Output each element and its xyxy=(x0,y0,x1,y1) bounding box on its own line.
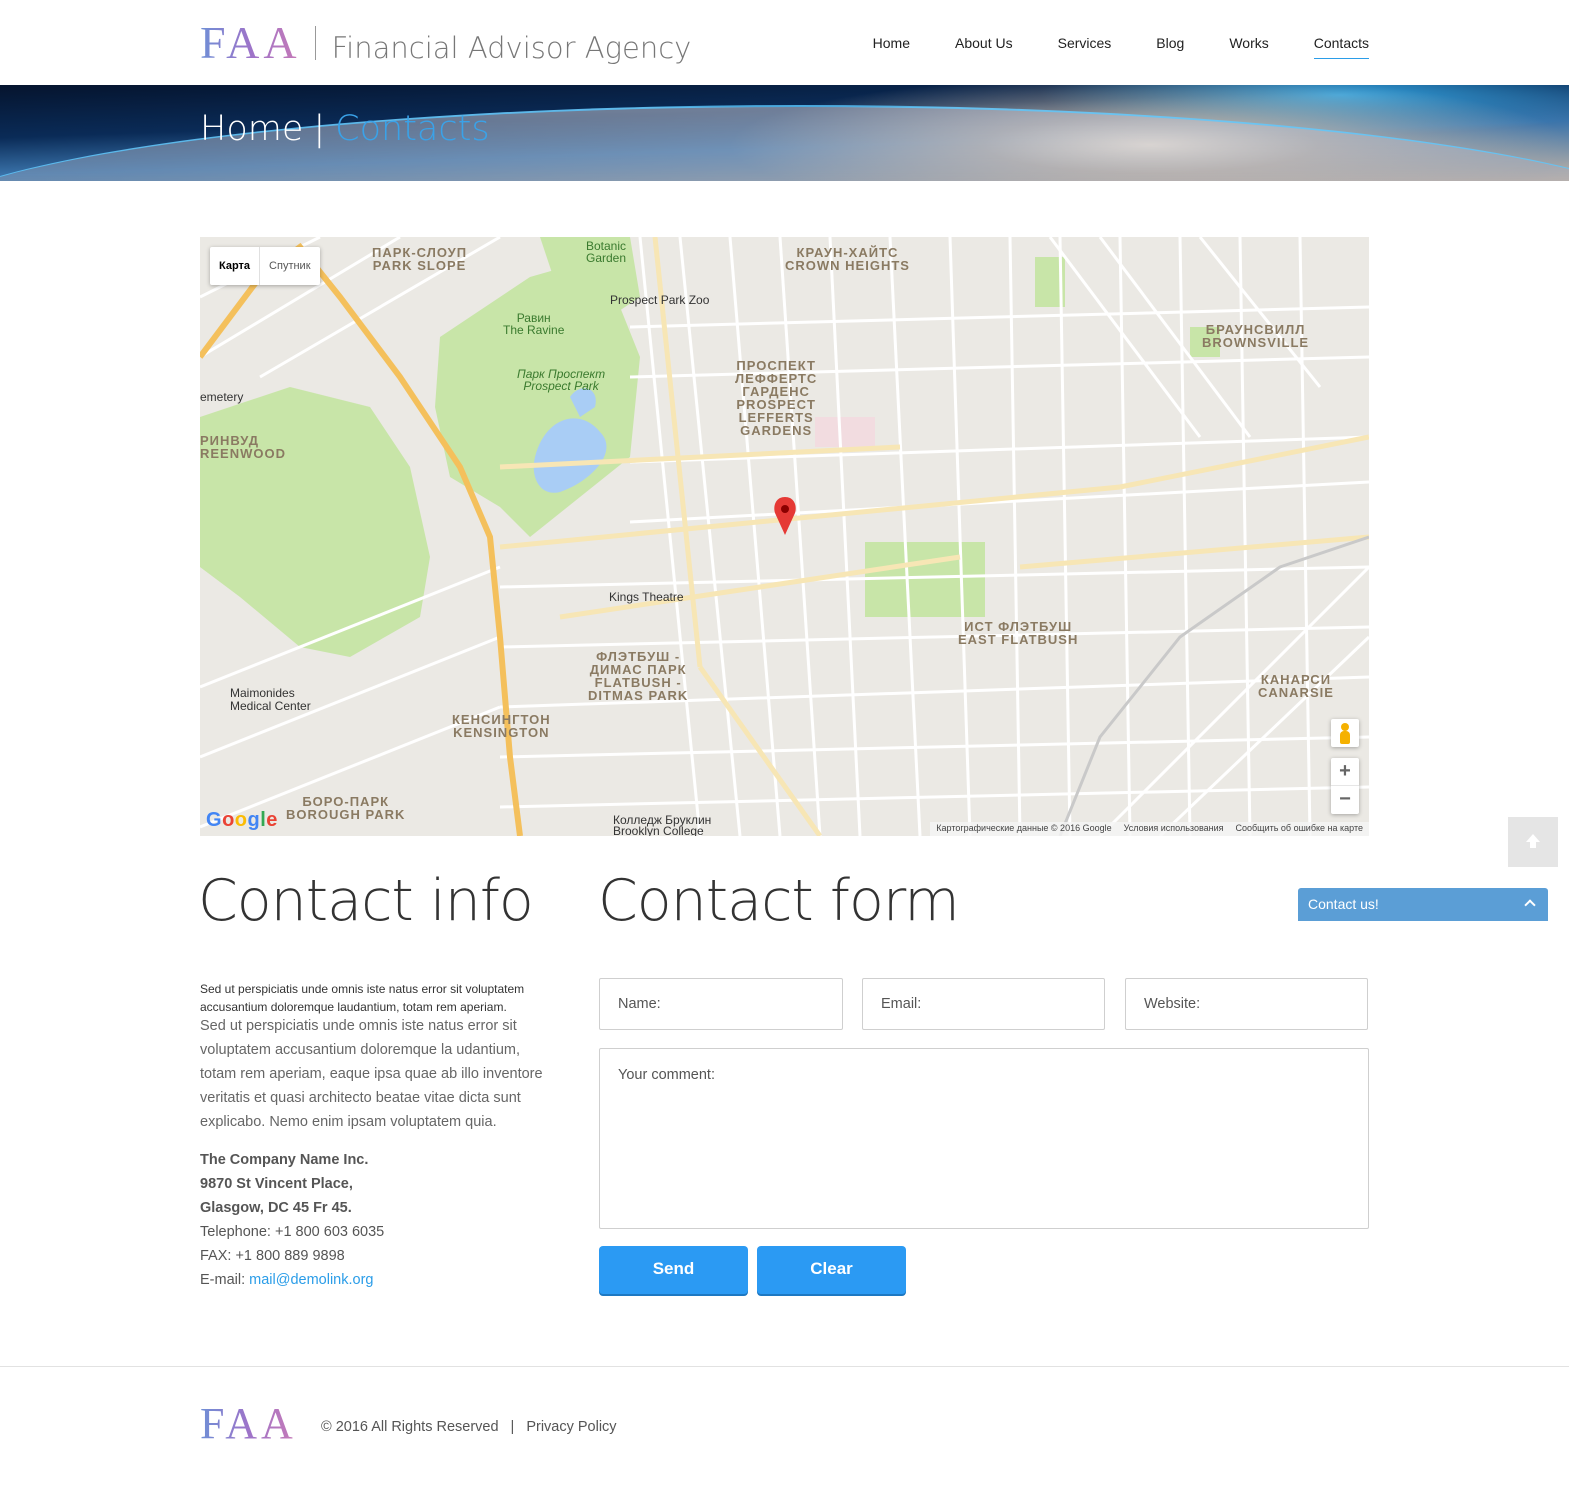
nav-about-us[interactable]: About Us xyxy=(955,35,1013,57)
map-label-brooklyn-college: Колледж Бруклин Brooklyn College xyxy=(613,813,712,836)
map-label-east-flatbush: ИСТ ФЛЭТБУШ EAST FLATBUSH xyxy=(958,619,1079,647)
map-terms-link[interactable]: Условия использования xyxy=(1124,823,1224,835)
breadcrumb: Home | Contacts xyxy=(200,109,490,149)
nav-works[interactable]: Works xyxy=(1229,35,1268,57)
nav-home[interactable]: Home xyxy=(873,35,910,57)
map-label-brownsville: БРАУНСВИЛЛ BROWNSVILLE xyxy=(1202,322,1310,350)
footer-separator: | xyxy=(510,1419,515,1435)
city-address: Glasgow, DC 45 Fr 45. xyxy=(200,1200,352,1216)
email-line: E-mail: mail@demolink.org xyxy=(200,1268,384,1292)
map-label-botanic: Botanic Garden xyxy=(586,239,627,265)
street-view-pegman-icon[interactable] xyxy=(1331,719,1359,747)
map-label-canarsie: КАНАРСИ CANARSIE xyxy=(1258,672,1334,700)
contact-info-body: Sed ut perspiciatis unde omnis iste natu… xyxy=(200,1018,543,1130)
send-button[interactable]: Send xyxy=(599,1246,748,1294)
map-label-prospect-park: Парк Проспект Prospect Park xyxy=(517,367,606,393)
zoom-in-button[interactable]: + xyxy=(1331,758,1359,786)
map-type-satellite-button[interactable]: Спутник xyxy=(260,247,319,285)
map-label-prospect-zoo: Prospect Park Zoo xyxy=(610,293,710,307)
logo-divider xyxy=(314,26,316,60)
breadcrumb-separator: | xyxy=(313,109,326,149)
map-label-crown-heights: КРАУН-ХАЙТС CROWN HEIGHTS xyxy=(785,245,910,273)
street-address: 9870 St Vincent Place, xyxy=(200,1176,353,1192)
email-field[interactable]: Email: xyxy=(862,978,1105,1030)
contact-info-heading: Contact info xyxy=(198,868,534,934)
name-field[interactable]: Name: xyxy=(599,978,843,1030)
google-map[interactable]: ПАРК-СЛОУП PARK SLOPE КРАУН-ХАЙТС CROWN … xyxy=(200,237,1369,836)
google-logo[interactable]: Google xyxy=(206,809,278,832)
page-banner: Home | Contacts xyxy=(0,85,1569,181)
logo-mark: FAA xyxy=(200,17,301,68)
company-name: The Company Name Inc. xyxy=(200,1152,369,1168)
breadcrumb-current: Contacts xyxy=(335,109,490,149)
map-label-ravine: Равин The Ravine xyxy=(503,311,565,337)
site-header: FAA Financial Advisor Agency Home About … xyxy=(0,0,1569,85)
chevron-up-icon xyxy=(1524,899,1536,911)
nav-blog[interactable]: Blog xyxy=(1156,35,1184,57)
map-type-control: Карта Спутник xyxy=(210,247,320,285)
contact-form-heading: Contact form xyxy=(598,868,960,934)
contact-info-lead: Sed ut perspiciatis unde omnis iste natu… xyxy=(200,982,525,1014)
map-label-borough-park: БОРО-ПАРК BOROUGH PARK xyxy=(286,794,406,822)
logo-text: Financial Advisor Agency xyxy=(331,31,692,65)
website-field[interactable]: Website: xyxy=(1125,978,1368,1030)
telephone: Telephone: +1 800 603 6035 xyxy=(200,1224,385,1240)
map-type-map-button[interactable]: Карта xyxy=(210,247,261,285)
nav-services[interactable]: Services xyxy=(1058,35,1112,57)
nav-contacts[interactable]: Contacts xyxy=(1313,35,1370,59)
logo[interactable]: FAA Financial Advisor Agency xyxy=(200,18,691,68)
fax: FAX: +1 800 889 9898 xyxy=(200,1248,345,1264)
map-attribution: Картографические данные © 2016 Google Ус… xyxy=(930,822,1369,836)
map-canvas[interactable] xyxy=(200,237,1369,836)
main-nav: Home About Us Services Blog Works Contac… xyxy=(828,35,1370,59)
scroll-to-top-button[interactable] xyxy=(1508,817,1558,867)
map-report-link[interactable]: Сообщить об ошибке на карте xyxy=(1236,823,1363,835)
privacy-policy-link[interactable]: Privacy Policy xyxy=(526,1419,616,1435)
map-label-kensington: КЕНСИНГТОН KENSINGTON xyxy=(452,712,551,740)
copyright-text: © 2016 All Rights Reserved xyxy=(321,1419,499,1435)
zoom-out-button[interactable]: − xyxy=(1331,786,1359,814)
email-label: E-mail: xyxy=(200,1272,250,1288)
contact-us-widget[interactable]: Contact us! xyxy=(1298,888,1548,921)
map-label-greenwood: РИНВУД REENWOOD xyxy=(200,433,286,461)
map-label-park-slope: ПАРК-СЛОУП PARK SLOPE xyxy=(372,245,468,273)
zoom-control: + − xyxy=(1331,758,1359,814)
address-block: The Company Name Inc. 9870 St Vincent Pl… xyxy=(200,1148,384,1292)
map-data-credit: Картографические данные © 2016 Google xyxy=(936,823,1112,833)
map-label-maimonides: Maimonides Medical Center xyxy=(230,686,311,713)
comment-textarea[interactable]: Your comment: xyxy=(599,1048,1369,1229)
footer-logo[interactable]: FAA xyxy=(200,1400,297,1448)
map-label-kings-theatre: Kings Theatre xyxy=(609,590,684,604)
contact-us-label: Contact us! xyxy=(1308,896,1379,912)
footer-copyright: © 2016 All Rights Reserved | Privacy Polic… xyxy=(321,1419,617,1435)
map-label-ditmas: ФЛЭТБУШ - ДИМАС ПАРК FLATBUSH - DITMAS P… xyxy=(588,649,689,703)
footer-divider xyxy=(0,1366,1569,1367)
map-label-lefferts: ПРОСПЕКТ ЛЕФФЕРТС ГАРДЕНС PROSPECT LEFFE… xyxy=(735,358,818,438)
email-link[interactable]: mail@demolink.org xyxy=(249,1272,373,1288)
breadcrumb-home[interactable]: Home xyxy=(200,109,303,149)
clear-button[interactable]: Clear xyxy=(757,1246,906,1294)
map-label-cemetery: emetery xyxy=(200,390,244,404)
